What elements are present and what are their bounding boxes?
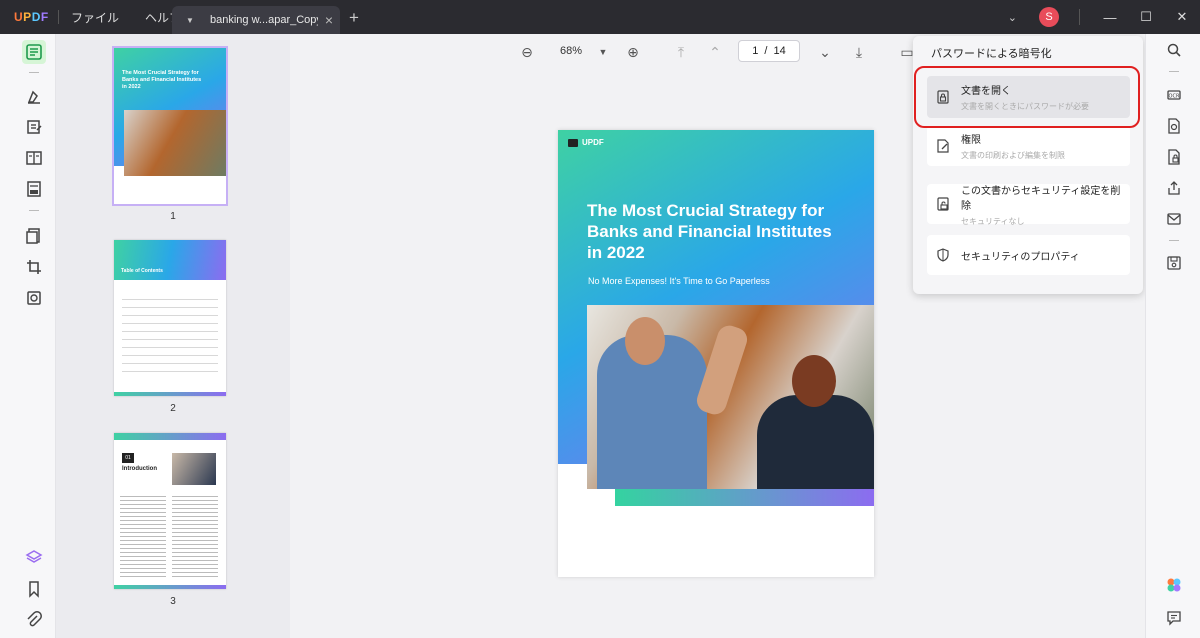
bookmark-icon[interactable] [22, 577, 46, 601]
email-icon[interactable] [1163, 208, 1185, 230]
organize-pages-icon[interactable] [22, 224, 46, 248]
chevron-down-icon[interactable]: ⌄ [1008, 11, 1017, 24]
option-title: 権限 [961, 135, 981, 146]
tab-dropdown-icon[interactable]: ▼ [186, 16, 198, 25]
protect-document-icon[interactable] [1163, 146, 1185, 168]
save-icon[interactable] [1163, 252, 1185, 274]
security-properties-option[interactable]: セキュリティのプロパティ [927, 235, 1130, 275]
convert-icon[interactable] [1163, 115, 1185, 137]
thumbnail-toc-lines [122, 292, 218, 372]
next-page-icon[interactable]: ⌄ [816, 43, 834, 61]
zoom-in-icon[interactable]: ⊕ [624, 43, 642, 61]
cover-logo: UPDF [568, 138, 604, 147]
right-toolbar: OCR [1145, 34, 1200, 638]
total-pages: 14 [773, 45, 786, 57]
tab-close-icon[interactable]: × [318, 12, 340, 28]
lock-doc-icon [935, 89, 951, 105]
crop-icon[interactable] [22, 255, 46, 279]
left-toolbar [0, 34, 56, 638]
title-bar: UPDF ファイル ヘルプ ▼ banking w...apar_Copy × … [0, 0, 1200, 34]
open-document-option[interactable]: 文書を開く 文書を開くときにパスワードが必要 [927, 76, 1130, 118]
toolbar-separator [29, 72, 39, 73]
thumbnail-number-1: 1 [170, 211, 176, 222]
document-tab[interactable]: ▼ banking w...apar_Copy × [172, 6, 340, 34]
tab-title: banking w...apar_Copy [210, 14, 318, 26]
zoom-level[interactable]: 68% [560, 45, 582, 57]
option-description: セキュリティなし [960, 216, 1025, 226]
permissions-option[interactable]: 権限 文書の印刷および編集を制限 [927, 126, 1130, 166]
thumbnail-header [114, 240, 226, 280]
thumbnail-photo [124, 110, 226, 176]
comment-highlighter-icon[interactable] [22, 84, 46, 108]
svg-text:OCR: OCR [1169, 94, 1180, 100]
cover-subtitle: No More Expenses! It's Time to Go Paperl… [588, 276, 770, 286]
share-icon[interactable] [1163, 177, 1185, 199]
option-title: 文書を開く [961, 86, 1011, 97]
zoom-dropdown-icon[interactable]: ▼ [594, 43, 612, 61]
zoom-out-icon[interactable]: ⊖ [518, 43, 536, 61]
layers-icon[interactable] [22, 545, 46, 569]
thumbnail-footer-bar [114, 585, 226, 589]
maximize-button[interactable]: ☐ [1128, 9, 1164, 25]
thumbnail-footer-bar [114, 392, 226, 396]
page-number-field[interactable]: 1 / 14 [738, 40, 800, 62]
password-encryption-panel: パスワードによる暗号化 文書を開く 文書を開くときにパスワードが必要 権限 文書… [913, 36, 1143, 294]
option-description: 文書の印刷および編集を制限 [961, 151, 1065, 160]
title-separator [58, 10, 59, 24]
thumbnail-page-2[interactable]: Table of Contents [114, 240, 226, 396]
option-title: セキュリティのプロパティ [961, 251, 1080, 263]
close-button[interactable]: ✕ [1164, 9, 1200, 25]
thumbnail-chapter-number: 01 [122, 453, 134, 463]
thumbnail-panel: The Most Crucial Strategy for Banks and … [56, 34, 290, 638]
thumbnail-text-col-1 [120, 493, 166, 579]
reader-mode-icon[interactable] [22, 40, 46, 64]
thumbnail-photo [172, 453, 216, 485]
cover-accent-bar [615, 489, 874, 506]
option-title: この文書からセキュリティ設定を削除 [960, 185, 1121, 212]
previous-page-icon[interactable]: ⌃ [706, 43, 724, 61]
remove-security-option[interactable]: この文書からセキュリティ設定を削除 セキュリティなし [927, 184, 1130, 226]
unlock-doc-icon [935, 196, 951, 212]
panel-title: パスワードによる暗号化 [931, 48, 1052, 60]
ocr-icon[interactable]: OCR [1163, 84, 1185, 106]
menu-file[interactable]: ファイル [71, 9, 119, 26]
cover-photo [587, 305, 874, 489]
page-separator: / [764, 45, 768, 57]
minimize-button[interactable]: — [1092, 10, 1128, 25]
ocr-pages-icon[interactable] [22, 286, 46, 310]
app-logo: UPDF [14, 10, 49, 24]
toolbar-separator [29, 210, 39, 211]
edit-text-icon[interactable] [22, 115, 46, 139]
cover-title: The Most Crucial Strategy for Banks and … [587, 201, 832, 262]
thumbnail-number-2: 2 [170, 403, 176, 414]
pdf-page: UPDF The Most Crucial Strategy for Banks… [558, 130, 874, 577]
toolbar-separator [1169, 71, 1179, 72]
option-description: 文書を開くときにパスワードが必要 [961, 102, 1089, 111]
shield-icon [935, 247, 951, 263]
thumbnail-cover-title: The Most Crucial Strategy for Banks and … [122, 70, 202, 90]
last-page-icon[interactable]: ⤓ [850, 43, 868, 61]
page-view-icon[interactable] [22, 146, 46, 170]
user-avatar[interactable]: S [1039, 7, 1059, 27]
thumbnail-intro-title: Introduction [122, 466, 157, 472]
form-icon[interactable] [22, 177, 46, 201]
attachment-icon[interactable] [22, 608, 46, 632]
window-separator [1079, 9, 1080, 25]
search-icon[interactable] [1163, 39, 1185, 61]
new-tab-icon[interactable]: + [349, 8, 359, 28]
comment-list-icon[interactable] [1163, 607, 1185, 629]
first-page-icon[interactable]: ⤒ [672, 43, 690, 61]
current-page: 1 [752, 45, 759, 57]
thumbnail-page-1[interactable]: The Most Crucial Strategy for Banks and … [112, 46, 228, 206]
thumbnail-number-3: 3 [170, 596, 176, 607]
ai-assistant-icon[interactable] [1163, 574, 1185, 596]
thumbnail-page-3[interactable]: 01 Introduction [114, 433, 226, 589]
permission-edit-icon [935, 138, 951, 154]
thumbnail-header [114, 433, 226, 440]
toolbar-separator [1169, 240, 1179, 241]
thumbnail-toc-title: Table of Contents [121, 268, 163, 274]
thumbnail-text-col-2 [172, 493, 218, 579]
